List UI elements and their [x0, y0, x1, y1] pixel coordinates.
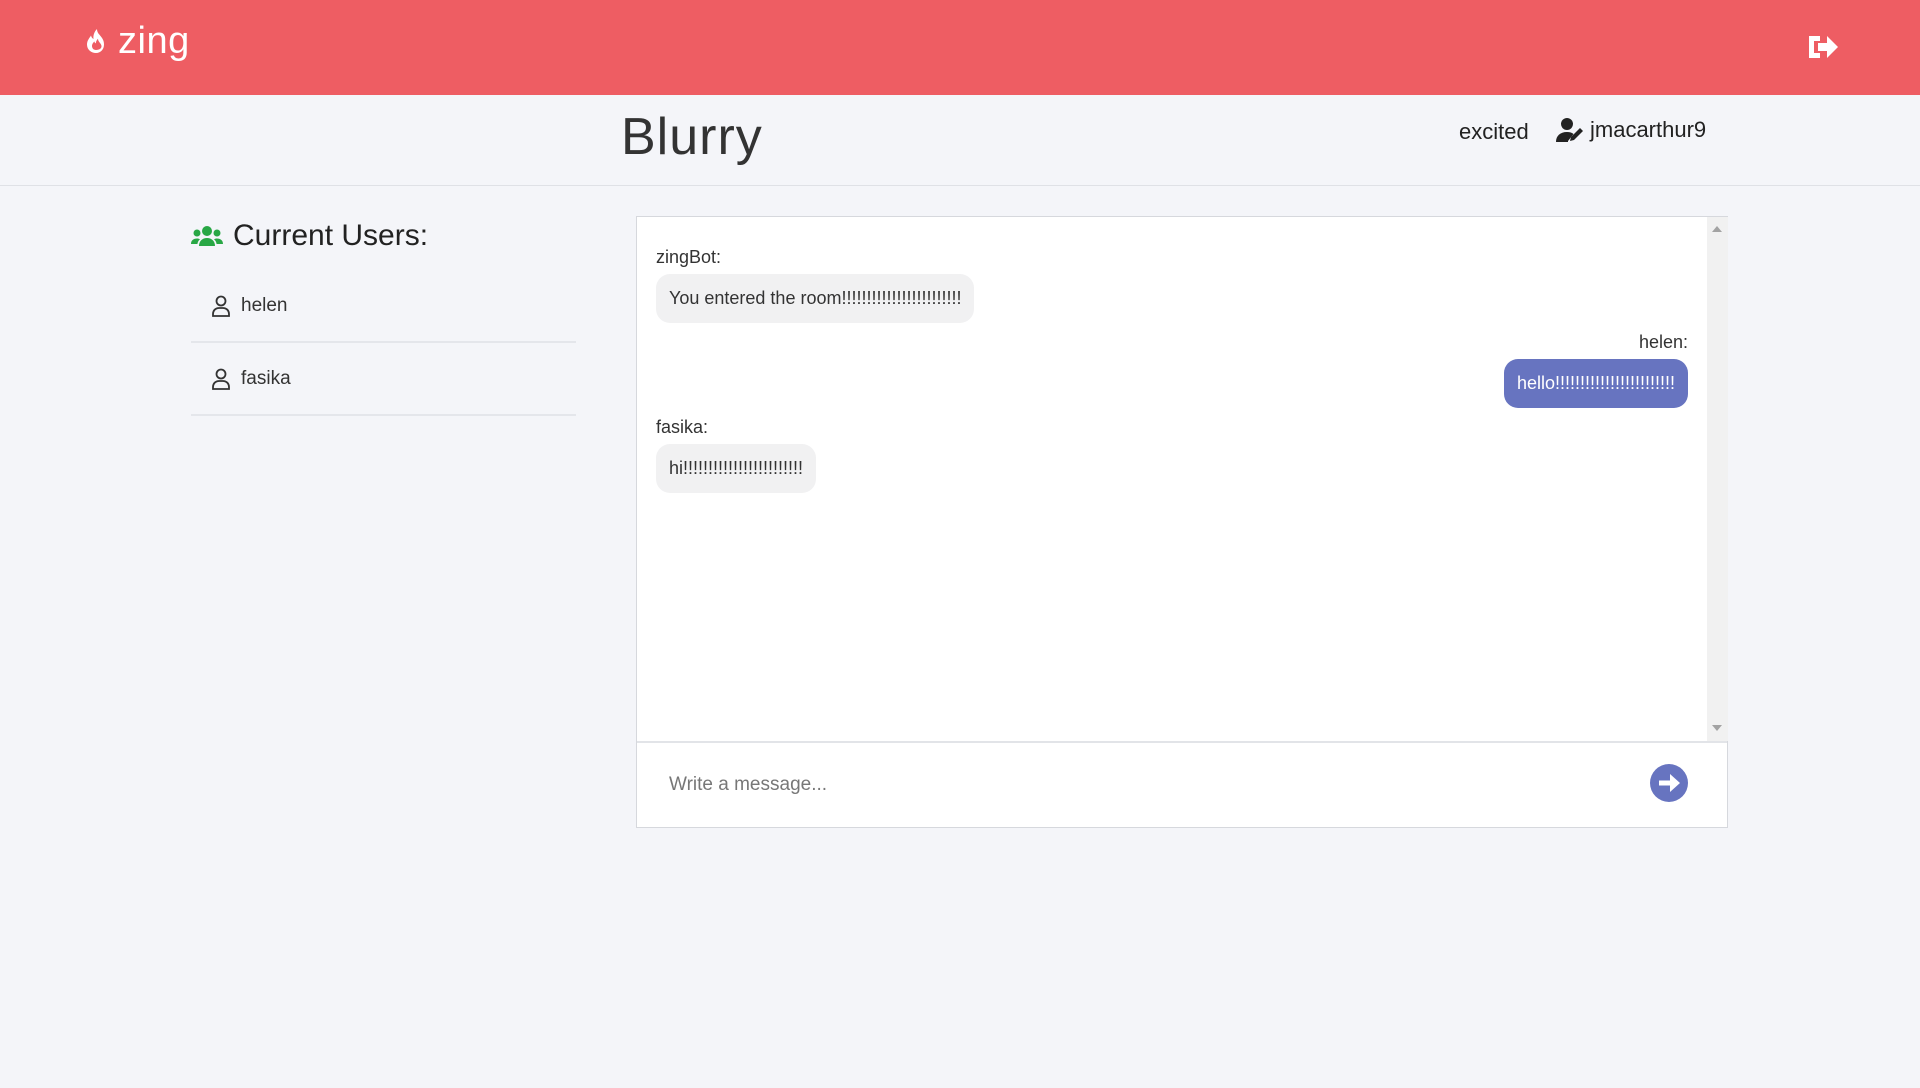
current-user-badge[interactable]: jmacarthur9	[1556, 117, 1706, 143]
message-zingbot: zingBot: You entered the room!!!!!!!!!!!…	[656, 247, 975, 323]
username: jmacarthur9	[1590, 117, 1707, 142]
current-users-title: Current Users:	[233, 219, 429, 252]
message-composer	[637, 741, 1727, 827]
message-bubble: hi!!!!!!!!!!!!!!!!!!!!!!!!	[656, 444, 817, 493]
user-edit-icon	[1556, 118, 1583, 142]
user-name: fasika	[241, 367, 291, 389]
scroll-down-arrow[interactable]	[1712, 725, 1722, 731]
user-list-item-helen[interactable]: helen	[191, 270, 576, 343]
users-icon	[191, 226, 223, 246]
app-name: zing	[118, 19, 190, 62]
sign-out-icon[interactable]	[1806, 32, 1840, 62]
chat-window: zingBot: You entered the room!!!!!!!!!!!…	[636, 216, 1728, 828]
user-name: helen	[241, 294, 288, 316]
message-list[interactable]: zingBot: You entered the room!!!!!!!!!!!…	[637, 217, 1707, 741]
user-outline-icon	[212, 368, 230, 390]
user-list: helen fasika	[191, 270, 576, 416]
user-outline-icon	[212, 295, 230, 317]
message-sender: helen:	[1638, 332, 1688, 352]
flame-icon	[87, 29, 104, 53]
mood-label: excited	[1459, 119, 1529, 144]
message-scrollbar[interactable]	[1707, 217, 1728, 741]
message-helen: helen: hello!!!!!!!!!!!!!!!!!!!!!!!!	[1503, 332, 1688, 408]
message-sender: zingBot:	[656, 247, 722, 267]
message-bubble: hello!!!!!!!!!!!!!!!!!!!!!!!!	[1503, 359, 1688, 408]
message-input[interactable]	[669, 767, 1609, 803]
message-sender: fasika:	[656, 417, 709, 437]
user-list-item-fasika[interactable]: fasika	[191, 343, 576, 416]
message-fasika: fasika: hi!!!!!!!!!!!!!!!!!!!!!!!!	[656, 417, 817, 493]
top-navbar: zing	[0, 0, 1920, 95]
current-users-heading: Current Users:	[191, 218, 576, 254]
scroll-up-arrow[interactable]	[1712, 226, 1722, 232]
room-title: Blurry	[621, 108, 763, 166]
message-bubble: You entered the room!!!!!!!!!!!!!!!!!!!!…	[656, 274, 975, 323]
current-users-panel: Current Users: helen fasika	[191, 218, 576, 416]
brand-logo[interactable]: zing	[82, 16, 190, 66]
arrow-circle-right-icon[interactable]	[1650, 764, 1688, 802]
room-header: Blurry excited jmacarthur9	[0, 95, 1920, 186]
